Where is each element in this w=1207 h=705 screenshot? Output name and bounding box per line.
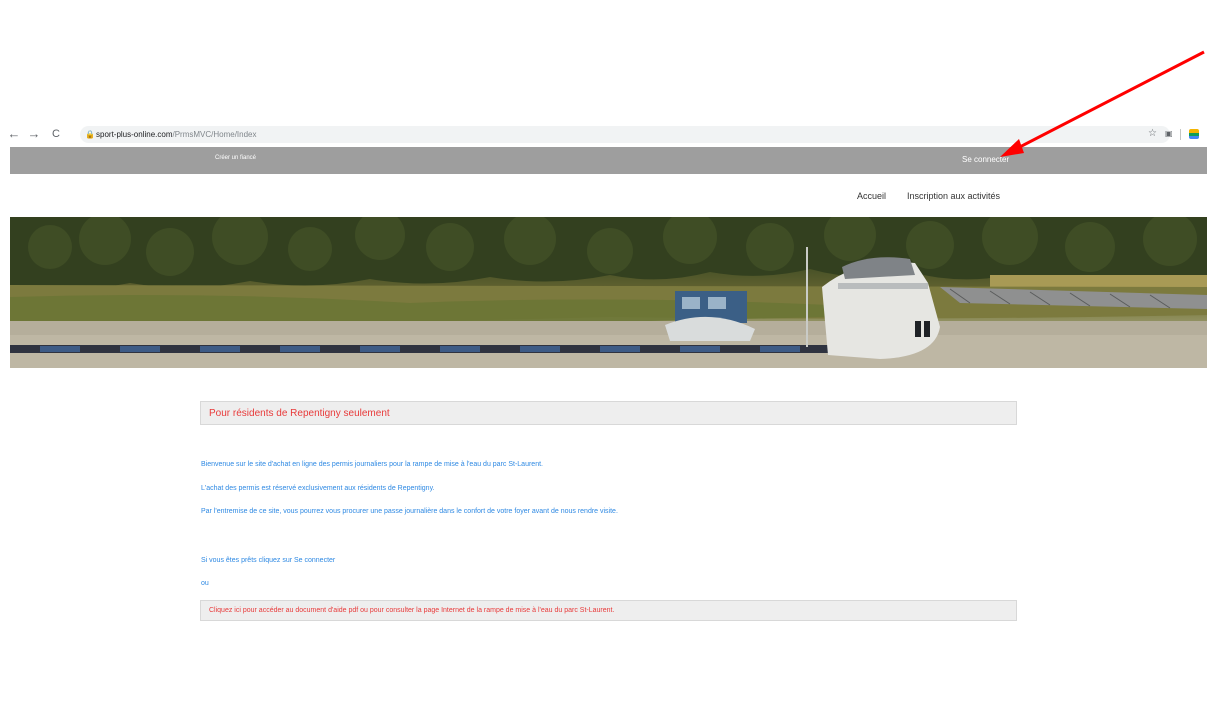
banner-illustration bbox=[10, 217, 1207, 368]
address-bar[interactable]: 🔒 sport-plus-online.com/PrmsMVC/Home/Ind… bbox=[80, 126, 1170, 143]
nav-home-link[interactable]: Accueil bbox=[857, 191, 886, 201]
help-document-link[interactable]: Cliquez ici pour accéder au document d'a… bbox=[200, 600, 1017, 621]
login-link[interactable]: Se connecter bbox=[962, 155, 1009, 164]
lock-icon: 🔒 bbox=[85, 130, 95, 139]
toolbar-divider bbox=[1180, 129, 1181, 140]
residents-notice: Pour résidents de Repentigny seulement bbox=[200, 401, 1017, 425]
site-top-bar: Créer un fiancé Se connecter bbox=[10, 147, 1207, 174]
extension-icon[interactable] bbox=[1189, 129, 1199, 139]
intro-line-2: L'achat des permis est réservé exclusive… bbox=[201, 485, 435, 492]
url-domain: sport-plus-online.com bbox=[96, 130, 173, 139]
intro-line-1: Bienvenue sur le site d'achat en ligne d… bbox=[201, 461, 543, 468]
create-account-link[interactable]: Créer un fiancé bbox=[215, 155, 256, 161]
back-arrow-icon[interactable]: ← bbox=[6, 126, 22, 142]
url-path: /PrmsMVC/Home/Index bbox=[172, 130, 257, 139]
forward-arrow-icon[interactable]: → bbox=[26, 126, 42, 142]
nav-activities-link[interactable]: Inscription aux activités bbox=[907, 191, 1000, 201]
notice-title: Pour résidents de Repentigny seulement bbox=[209, 408, 390, 419]
reload-icon[interactable]: C bbox=[48, 126, 64, 142]
marina-banner-image bbox=[10, 217, 1207, 368]
or-separator: ou bbox=[201, 580, 209, 587]
ready-instruction: Si vous êtes prêts cliquez sur Se connec… bbox=[201, 557, 336, 564]
bookmark-star-icon[interactable]: ☆ bbox=[1148, 127, 1157, 141]
main-nav: Accueil Inscription aux activités bbox=[0, 191, 1207, 205]
cast-icon[interactable]: ▣ bbox=[1165, 127, 1173, 141]
intro-line-3: Par l'entremise de ce site, vous pourrez… bbox=[201, 508, 618, 515]
help-link-text: Cliquez ici pour accéder au document d'a… bbox=[209, 607, 615, 614]
browser-toolbar: ← → C 🔒 sport-plus-online.com/PrmsMVC/Ho… bbox=[0, 124, 1207, 146]
